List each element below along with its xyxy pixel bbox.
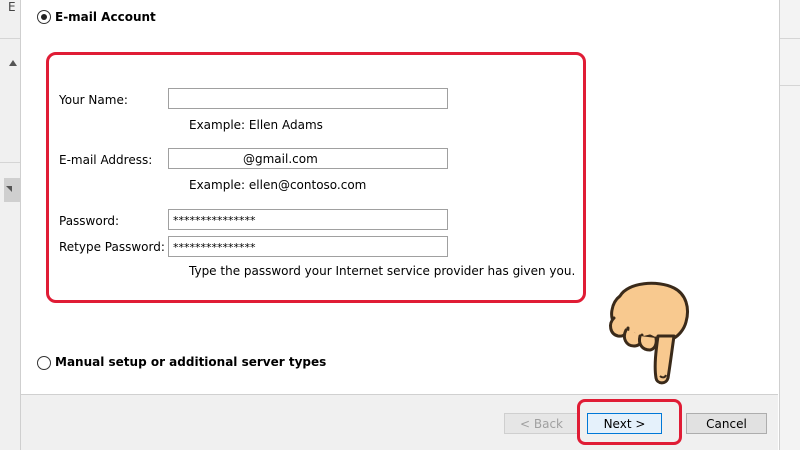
collapse-arrow-icon[interactable] [9,60,17,66]
your-name-label: Your Name: [59,93,128,107]
pointing-hand-icon [609,281,689,385]
email-address-field[interactable]: @gmail.com [168,148,448,169]
email-account-label[interactable]: E-mail Account [55,10,156,24]
retype-password-label: Retype Password: [59,240,165,254]
divider [780,85,800,86]
email-account-radio[interactable] [37,10,51,24]
background-window-right [779,0,800,450]
password-field[interactable]: *************** [168,209,448,230]
email-address-label: E-mail Address: [59,153,153,167]
background-window-left: E [0,0,21,450]
divider [780,38,800,39]
divider [0,162,20,163]
manual-setup-label[interactable]: Manual setup or additional server types [55,355,326,369]
your-name-example: Example: Ellen Adams [189,118,323,132]
manual-setup-radio[interactable] [37,356,51,370]
next-button[interactable]: Next > [587,413,662,434]
your-name-field[interactable] [168,88,448,109]
retype-password-field[interactable]: *************** [168,236,448,257]
email-address-example: Example: ellen@contoso.com [189,178,367,192]
cancel-button[interactable]: Cancel [686,413,767,434]
password-label: Password: [59,214,120,228]
radio-selected-dot [41,14,47,20]
back-button[interactable]: < Back [504,413,579,434]
background-title-fragment: E [8,0,16,14]
password-hint: Type the password your Internet service … [189,264,576,278]
divider [0,38,20,39]
expand-arrow-icon[interactable] [6,186,12,192]
